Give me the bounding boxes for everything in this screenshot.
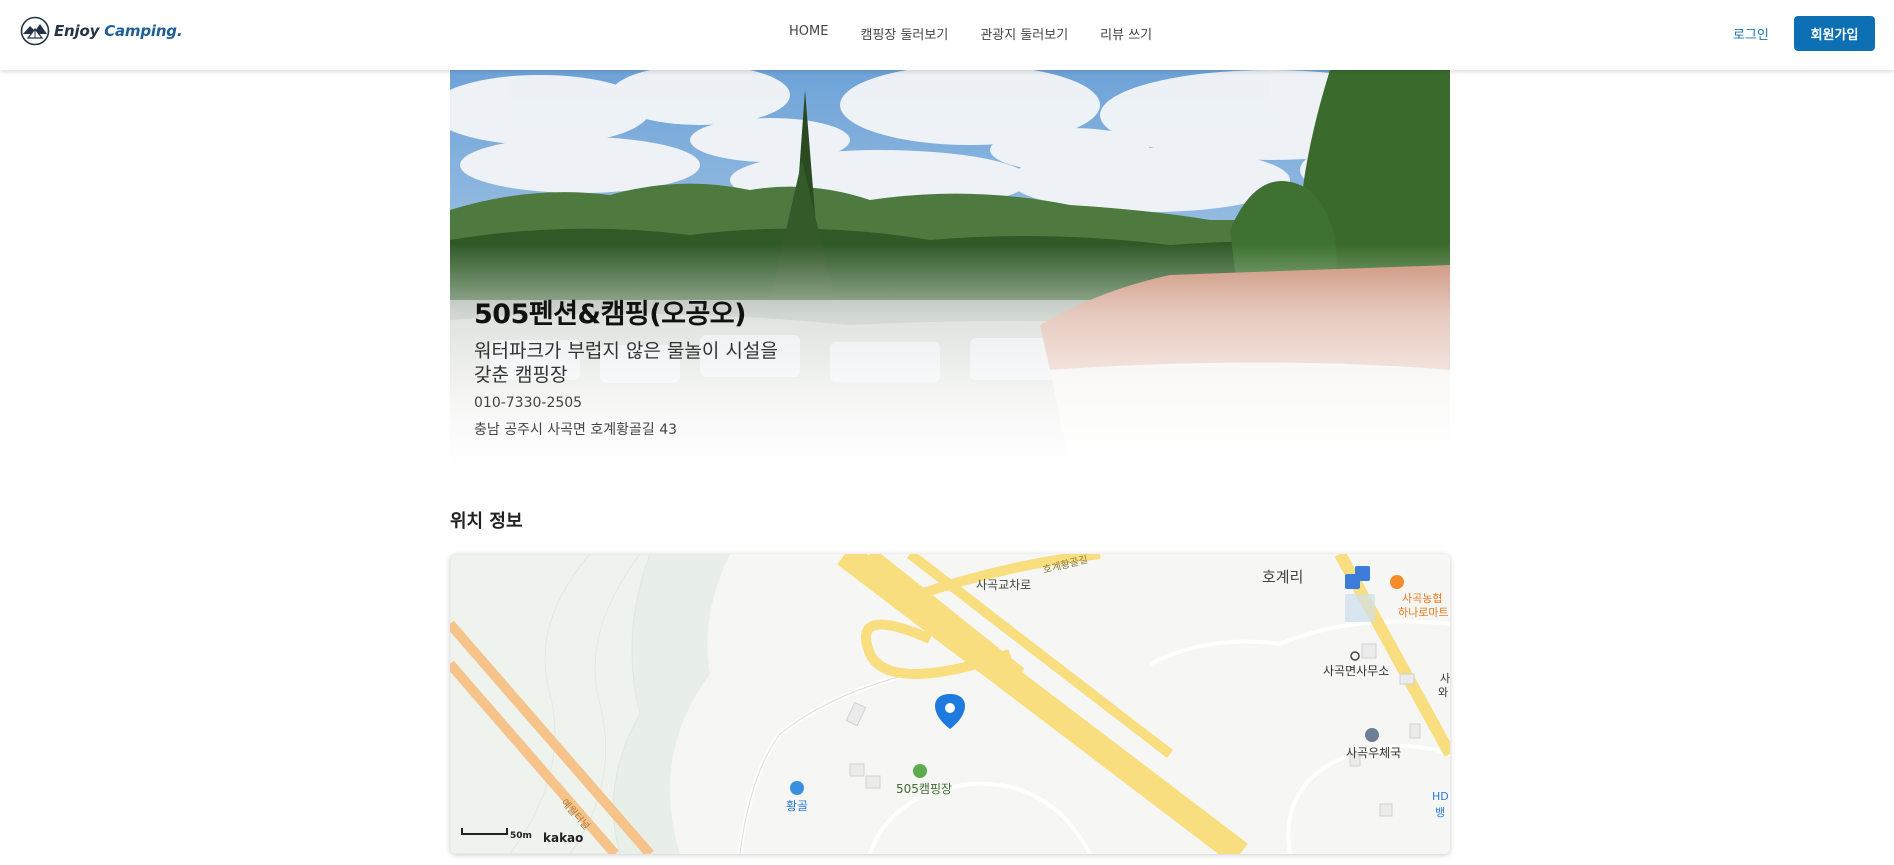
campsite-address: 충남 공주시 사곡면 호계황골길 43 <box>474 422 678 438</box>
map-marker-icon <box>935 694 965 729</box>
map-label-post-office: 사곡우체국 <box>1346 746 1402 760</box>
login-link[interactable]: 로그인 <box>1733 24 1769 43</box>
nav-write-review[interactable]: 리뷰 쓰기 <box>1100 24 1152 43</box>
main-nav: HOME 캠핑장 둘러보기 관광지 둘러보기 리뷰 쓰기 <box>789 24 1152 43</box>
signup-button[interactable]: 회원가입 <box>1794 16 1875 51</box>
description-line-2: 갖춘 캠핑장 <box>474 364 568 386</box>
map-label-edge-4: 뱅 <box>1435 806 1446 819</box>
logo-text: Enjoy Camping. <box>54 22 183 40</box>
map-scale-label: 50m <box>510 831 532 841</box>
logo[interactable]: Enjoy Camping. <box>20 16 183 46</box>
location-heading: 위치 정보 <box>450 511 523 532</box>
map-label-office: 사곡면사무소 <box>1323 664 1390 678</box>
campsite-description: 워터파크가 부럽지 않은 물놀이 시설을 갖춘 캠핑장 <box>474 339 834 387</box>
nav-home[interactable]: HOME <box>789 24 828 43</box>
hero-info: 505펜션&캠핑(오공오) 워터파크가 부럽지 않은 물놀이 시설을 갖춘 캠핑… <box>474 292 834 439</box>
map-label-hwanggol: 황골 <box>786 799 809 813</box>
description-line-1: 워터파크가 부럽지 않은 물놀이 시설을 <box>474 340 778 362</box>
map-label-store-2: 하나로마트 <box>1398 606 1449 619</box>
map-label-edge-2: 와 <box>1438 686 1449 699</box>
site-header: Enjoy Camping. HOME 캠핑장 둘러보기 관광지 둘러보기 리뷰… <box>0 0 1894 70</box>
map-label-junction: 사곡교차로 <box>976 578 1032 592</box>
map-label-campsite: 505캠핑장 <box>896 782 953 796</box>
map-provider-logo[interactable]: kakao <box>543 831 583 845</box>
map-canvas <box>450 554 1450 854</box>
map-label-village: 호계리 <box>1262 568 1304 586</box>
map-label-edge-3: HD <box>1432 790 1449 803</box>
nav-campsites[interactable]: 캠핑장 둘러보기 <box>860 24 948 43</box>
nav-attractions[interactable]: 관광지 둘러보기 <box>980 24 1068 43</box>
location-map[interactable]: 사곡교차로 호계리 사곡농협 하나로마트 사곡면사무소 사곡우체국 505캠핑장… <box>450 554 1450 854</box>
tent-logo-icon <box>20 16 50 46</box>
campsite-hero: 505펜션&캠핑(오공오) 워터파크가 부럽지 않은 물놀이 시설을 갖춘 캠핑… <box>450 70 1450 466</box>
campsite-phone: 010-7330-2505 <box>474 395 583 411</box>
campsite-name: 505펜션&캠핑(오공오) <box>474 299 746 330</box>
